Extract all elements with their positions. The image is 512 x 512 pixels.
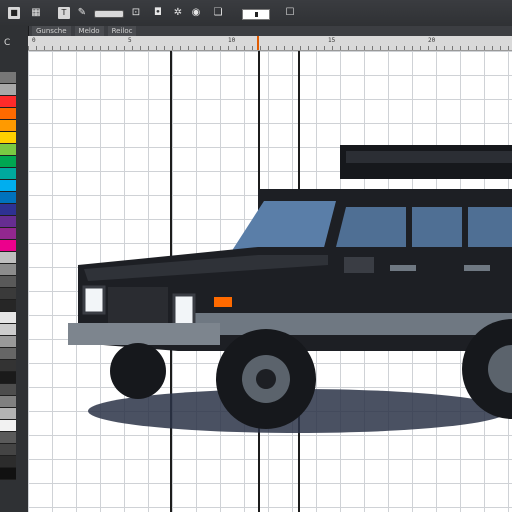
color-swatch[interactable]	[0, 120, 16, 132]
grid-icon[interactable]: ▦	[30, 7, 42, 19]
settings-icon[interactable]: ☐	[284, 7, 296, 19]
color-swatch[interactable]	[0, 300, 16, 312]
color-swatch[interactable]	[0, 252, 16, 264]
left-headlight	[82, 285, 106, 315]
color-swatch[interactable]	[0, 348, 16, 360]
color-swatch[interactable]	[0, 384, 16, 396]
suv-illustration	[68, 145, 512, 433]
color-swatch[interactable]	[0, 288, 16, 300]
layers-icon[interactable]: ❏	[212, 7, 224, 19]
turn-signal	[214, 297, 232, 307]
color-swatch[interactable]	[0, 132, 16, 144]
roof-rack-detail	[346, 151, 512, 163]
color-swatch[interactable]	[0, 204, 16, 216]
top-toolbar: ■ ▦ T ✎ ⊡ ◘ ✲ ◉ ❏ ☐	[0, 0, 512, 27]
color-swatch[interactable]	[0, 360, 16, 372]
ruler-mark: 15	[328, 37, 336, 44]
brush-icon[interactable]: ✎	[76, 7, 88, 19]
color-swatch[interactable]	[0, 108, 16, 120]
tab-gunsche[interactable]: Gunsche	[32, 26, 71, 36]
color-swatch[interactable]	[0, 96, 16, 108]
color-swatch[interactable]	[0, 444, 16, 456]
color-swatch[interactable]	[0, 432, 16, 444]
color-swatch[interactable]	[0, 408, 16, 420]
stamp-icon[interactable]: ✲	[172, 7, 184, 19]
color-swatch[interactable]	[0, 156, 16, 168]
color-swatch[interactable]	[0, 84, 16, 96]
tab-reiloc[interactable]: Reiloc	[107, 26, 137, 36]
text-icon[interactable]: T	[58, 7, 70, 19]
color-swatch[interactable]	[0, 420, 16, 432]
ruler-position-marker[interactable]	[257, 36, 259, 50]
color-swatch[interactable]	[0, 144, 16, 156]
door-handle	[390, 265, 416, 271]
horizontal-ruler[interactable]: 0 5 10 15 20	[28, 36, 512, 51]
brush-size-slider[interactable]	[94, 10, 124, 18]
crop-icon[interactable]: ⊡	[130, 7, 142, 19]
right-headlight	[172, 293, 196, 327]
tab-meldo[interactable]: Meldo	[74, 26, 104, 36]
color-swatch[interactable]	[0, 216, 16, 228]
color-swatch[interactable]	[0, 240, 16, 252]
color-palette	[0, 72, 16, 480]
color-swatch[interactable]	[0, 264, 16, 276]
ruler-mark: 0	[32, 37, 36, 44]
camera-icon[interactable]: ◉	[190, 7, 202, 19]
ruler-mark: 20	[428, 37, 436, 44]
transform-icon[interactable]: ◘	[152, 7, 164, 19]
color-swatch[interactable]	[0, 468, 16, 480]
color-swatch[interactable]	[0, 228, 16, 240]
side-mirror	[344, 257, 374, 273]
color-swatch[interactable]	[0, 276, 16, 288]
ruler-mark: 10	[228, 37, 236, 44]
front-bumper	[68, 323, 220, 345]
square-icon[interactable]: ■	[8, 7, 20, 19]
color-swatch[interactable]	[0, 396, 16, 408]
color-swatch[interactable]	[0, 456, 16, 468]
far-front-tire	[110, 343, 166, 399]
zoom-field-caret	[255, 12, 258, 17]
sidebar-label: C	[4, 38, 11, 48]
zoom-field[interactable]	[242, 9, 270, 20]
color-swatch[interactable]	[0, 312, 16, 324]
color-swatch[interactable]	[0, 72, 16, 84]
door-handle-rear	[464, 265, 490, 271]
document-tabs: Gunsche Meldo Reiloc	[28, 26, 512, 36]
color-swatch[interactable]	[0, 372, 16, 384]
drawing-canvas[interactable]	[28, 51, 512, 512]
ruler-mark: 5	[128, 37, 132, 44]
color-swatch[interactable]	[0, 168, 16, 180]
color-swatch[interactable]	[0, 336, 16, 348]
color-swatch[interactable]	[0, 192, 16, 204]
color-swatch[interactable]	[0, 324, 16, 336]
front-hub	[256, 369, 276, 389]
body-trim	[188, 313, 512, 335]
color-swatch[interactable]	[0, 180, 16, 192]
